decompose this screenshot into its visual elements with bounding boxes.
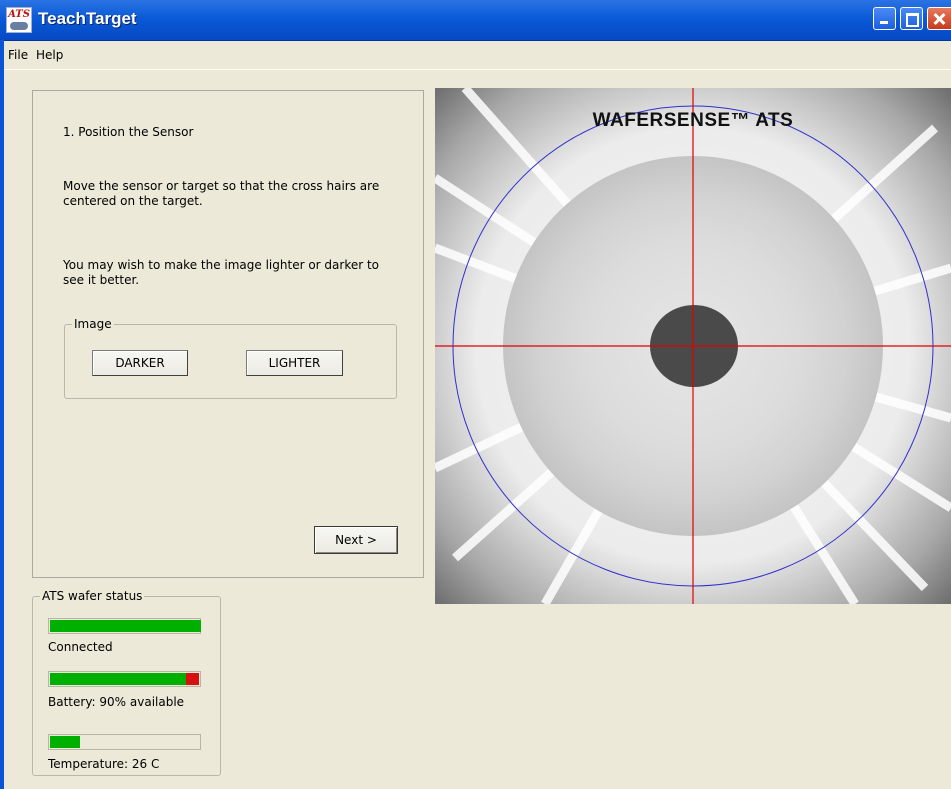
battery-bar (48, 671, 201, 687)
temperature-bar-fill (50, 736, 80, 748)
title-bar: ATS TeachTarget (0, 0, 951, 41)
step-heading: 1. Position the Sensor (63, 125, 194, 139)
wafersense-title: WAFERSENSE™ ATS (592, 110, 794, 131)
image-group-legend: Image (72, 317, 114, 331)
camera-image (435, 88, 951, 604)
wafer-status-legend: ATS wafer status (40, 589, 145, 603)
close-button[interactable] (927, 7, 951, 30)
lighter-button[interactable]: LIGHTER (246, 350, 343, 376)
menu-bar: File Help (4, 41, 951, 70)
maximize-button[interactable] (900, 7, 923, 30)
image-groupbox: Image DARKER LIGHTER (64, 317, 397, 399)
menu-help[interactable]: Help (36, 48, 63, 62)
battery-status: Battery: 90% available (48, 695, 185, 709)
next-button[interactable]: Next > (314, 526, 398, 554)
menu-file[interactable]: File (8, 48, 28, 62)
instruction-panel: 1. Position the Sensor Move the sensor o… (32, 90, 424, 578)
window-title: TeachTarget (38, 9, 137, 28)
battery-bar-fill (50, 673, 186, 685)
temperature-status: Temperature: 26 C (48, 757, 160, 771)
app-icon: ATS (6, 7, 32, 33)
connection-status: Connected (48, 640, 113, 654)
temperature-bar (48, 734, 201, 750)
lighter-darker-hint: You may wish to make the image lighter o… (63, 258, 380, 287)
wafer-status-groupbox: ATS wafer status Connected Battery: 90% … (32, 589, 221, 776)
connection-bar-fill (50, 620, 201, 632)
window-frame-left (0, 40, 4, 789)
darker-button[interactable]: DARKER (92, 350, 188, 376)
minimize-button[interactable] (873, 7, 896, 30)
connection-bar (48, 618, 201, 634)
move-instruction: Move the sensor or target so that the cr… (63, 179, 380, 208)
camera-view: WAFERSENSE™ ATS (435, 88, 951, 604)
app-icon-text: ATS (8, 9, 30, 20)
